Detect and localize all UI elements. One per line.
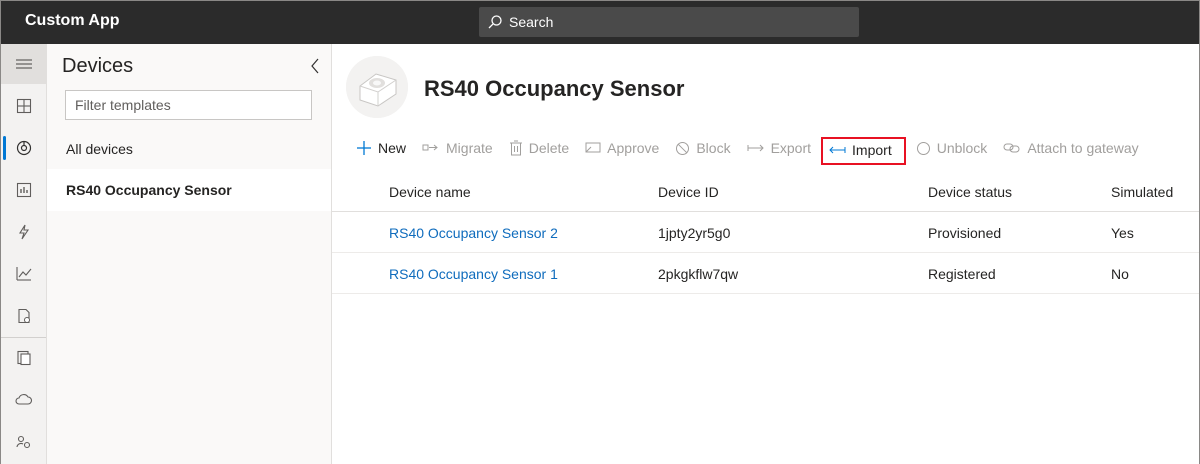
attach-to-gateway-button[interactable]: Attach to gateway xyxy=(1003,140,1139,156)
search-label: Search xyxy=(509,14,554,30)
import-icon xyxy=(829,146,846,154)
new-label: New xyxy=(378,140,407,156)
import-button[interactable]: Import xyxy=(821,137,906,165)
analytics-icon xyxy=(15,267,31,281)
table-row[interactable]: RS40 Occupancy Sensor 1 2pkgkflw7qw Regi… xyxy=(332,253,1199,294)
dashboard-icon xyxy=(16,98,31,114)
column-header-device-name[interactable]: Device name xyxy=(389,171,471,212)
rules-icon xyxy=(18,224,29,240)
data-export-icon xyxy=(15,394,32,405)
administration-icon xyxy=(15,435,30,449)
page-title: RS40 Occupancy Sensor xyxy=(424,76,685,101)
column-header-device-status[interactable]: Device status xyxy=(928,171,1012,212)
nav-analytics[interactable] xyxy=(1,254,46,294)
nav-device-templates[interactable] xyxy=(1,338,46,378)
device-groups-icon xyxy=(16,182,31,198)
block-icon xyxy=(676,141,690,155)
device-name-link[interactable]: RS40 Occupancy Sensor 1 xyxy=(389,253,558,294)
export-label: Export xyxy=(770,140,812,156)
approve-label: Approve xyxy=(607,140,660,156)
collapse-pane-button[interactable] xyxy=(305,56,325,76)
new-button[interactable]: New xyxy=(356,140,406,156)
device-id: 2pkgkflw7qw xyxy=(658,265,739,282)
unblock-label: Unblock xyxy=(936,140,988,156)
main-content: RS40 Occupancy Sensor New Migrate Delete… xyxy=(332,44,1199,464)
search-box[interactable]: Search xyxy=(479,7,859,37)
command-bar: New Migrate Delete Approve Block Export … xyxy=(356,136,1155,165)
top-bar: Custom App Search xyxy=(1,1,1199,44)
simulated-value: No xyxy=(1111,265,1129,282)
block-label: Block xyxy=(696,140,731,156)
template-item-rs40[interactable]: RS40 Occupancy Sensor xyxy=(47,169,331,211)
template-item-all-devices[interactable]: All devices xyxy=(47,128,331,170)
export-button[interactable]: Export xyxy=(747,140,811,156)
jobs-icon xyxy=(17,308,30,324)
nav-administration[interactable] xyxy=(1,422,46,462)
device-id: 1jpty2yr5g0 xyxy=(658,224,731,241)
table-row[interactable]: RS40 Occupancy Sensor 2 1jpty2yr5g0 Prov… xyxy=(332,212,1199,253)
attach-label: Attach to gateway xyxy=(1027,140,1139,156)
nav-data-export[interactable] xyxy=(1,380,46,420)
unblock-button[interactable]: Unblock xyxy=(916,140,988,156)
delete-button[interactable]: Delete xyxy=(509,140,569,156)
unblock-icon xyxy=(916,141,930,155)
approve-icon xyxy=(585,142,601,153)
hamburger-icon xyxy=(15,59,32,69)
nav-dashboard[interactable] xyxy=(1,86,46,126)
device-status: Registered xyxy=(928,265,996,282)
approve-button[interactable]: Approve xyxy=(585,140,659,156)
device-image xyxy=(346,56,408,118)
device-templates-pane: Devices All devices RS40 Occupancy Senso… xyxy=(47,44,332,464)
hamburger-menu-button[interactable] xyxy=(1,44,46,84)
import-label: Import xyxy=(852,142,892,158)
block-button[interactable]: Block xyxy=(675,140,731,156)
nav-devices[interactable] xyxy=(1,128,46,168)
link-icon xyxy=(1003,143,1020,153)
nav-device-groups[interactable] xyxy=(1,170,46,210)
plus-icon xyxy=(357,141,371,155)
simulated-value: Yes xyxy=(1111,224,1134,241)
pane-title: Devices xyxy=(62,55,134,77)
trash-icon xyxy=(509,140,522,156)
nav-jobs[interactable] xyxy=(1,296,46,336)
devices-icon xyxy=(16,140,31,156)
device-status: Provisioned xyxy=(928,224,1002,241)
app-title: Custom App xyxy=(25,12,120,29)
device-templates-icon xyxy=(16,350,31,366)
migrate-button[interactable]: Migrate xyxy=(422,140,493,156)
search-icon xyxy=(488,15,502,29)
grid-header: Device name Device ID Device status Simu… xyxy=(332,171,1199,212)
migrate-label: Migrate xyxy=(446,140,493,156)
export-icon xyxy=(747,144,764,152)
migrate-icon xyxy=(422,144,438,151)
device-name-link[interactable]: RS40 Occupancy Sensor 2 xyxy=(389,212,558,253)
column-header-simulated[interactable]: Simulated xyxy=(1111,171,1173,212)
filter-templates-input[interactable] xyxy=(65,90,312,120)
delete-label: Delete xyxy=(528,140,570,156)
chevron-left-icon xyxy=(311,58,319,74)
column-header-device-id[interactable]: Device ID xyxy=(658,171,719,212)
nav-rules[interactable] xyxy=(1,212,46,252)
left-navigation-rail xyxy=(1,44,47,464)
